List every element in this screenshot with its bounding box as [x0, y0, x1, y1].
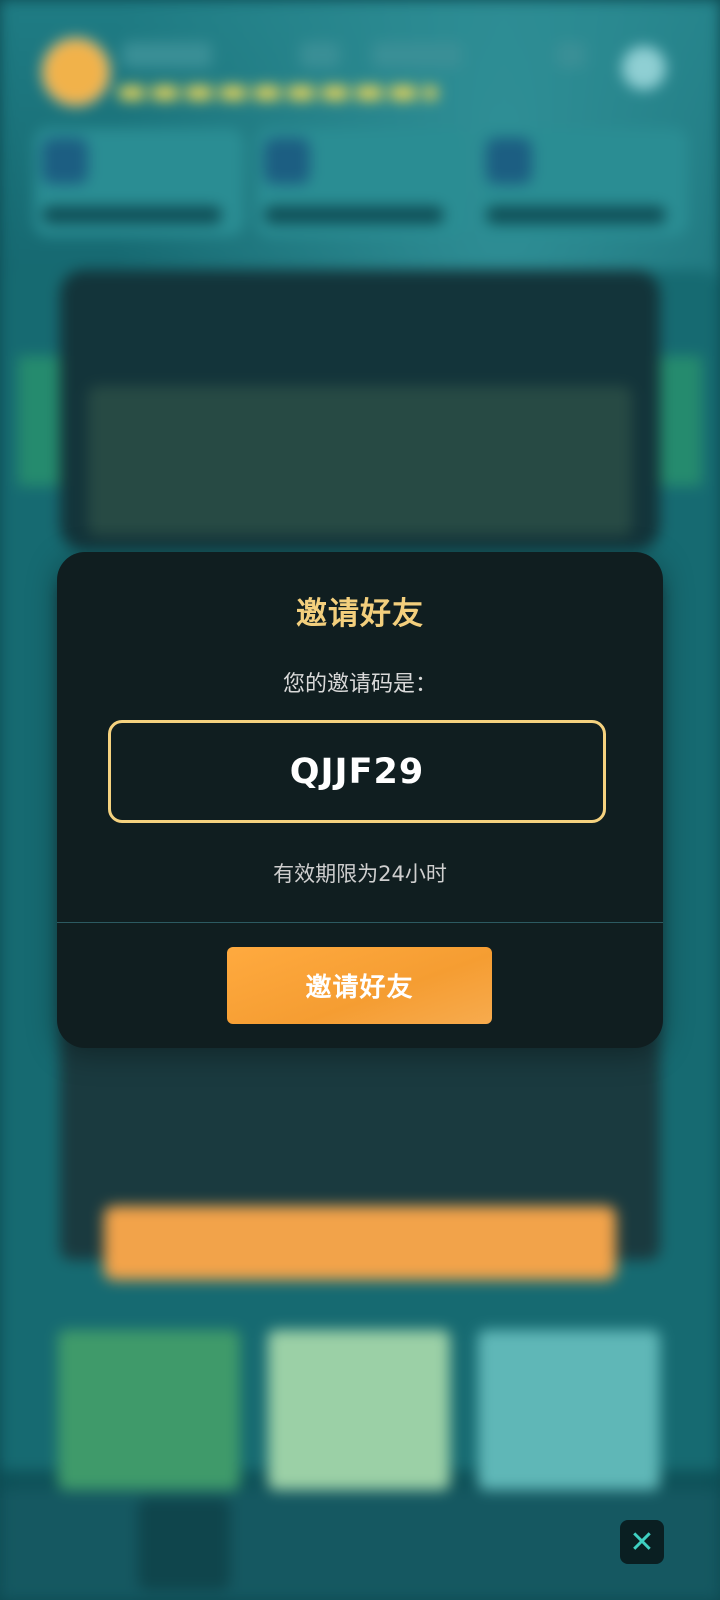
avatar — [42, 38, 110, 106]
dialog-title: 邀请好友 — [296, 596, 424, 632]
top-stat — [556, 42, 586, 68]
item-tile — [58, 1330, 240, 1490]
bottom-nav — [0, 1490, 720, 1600]
invite-code-box[interactable]: QJJF29 — [108, 720, 606, 823]
invite-friends-button[interactable]: 邀请好友 — [227, 947, 492, 1024]
divider — [57, 922, 663, 923]
invite-code-label: 您的邀请码是： — [282, 672, 437, 697]
background-textbox — [88, 386, 632, 536]
resource-card — [34, 128, 244, 236]
close-button[interactable]: ✕ — [620, 1520, 664, 1564]
progress-dashes — [118, 86, 438, 100]
top-stat — [122, 42, 212, 68]
resource-card — [478, 128, 688, 236]
background-invite-bar — [104, 1206, 616, 1280]
gear-icon — [622, 46, 666, 90]
top-stat — [300, 42, 340, 68]
resource-card — [256, 128, 466, 236]
item-tile — [478, 1330, 660, 1490]
close-icon: ✕ — [629, 1524, 655, 1560]
item-tile — [268, 1330, 450, 1490]
invite-code: QJJF29 — [289, 751, 425, 792]
validity-text: 有效期限为24小时 — [273, 862, 447, 886]
bottom-nav-selected — [138, 1498, 230, 1590]
top-stat — [372, 42, 462, 68]
invite-dialog: 邀请好友 您的邀请码是： QJJF29 有效期限为24小时 邀请好友 — [57, 552, 663, 1048]
